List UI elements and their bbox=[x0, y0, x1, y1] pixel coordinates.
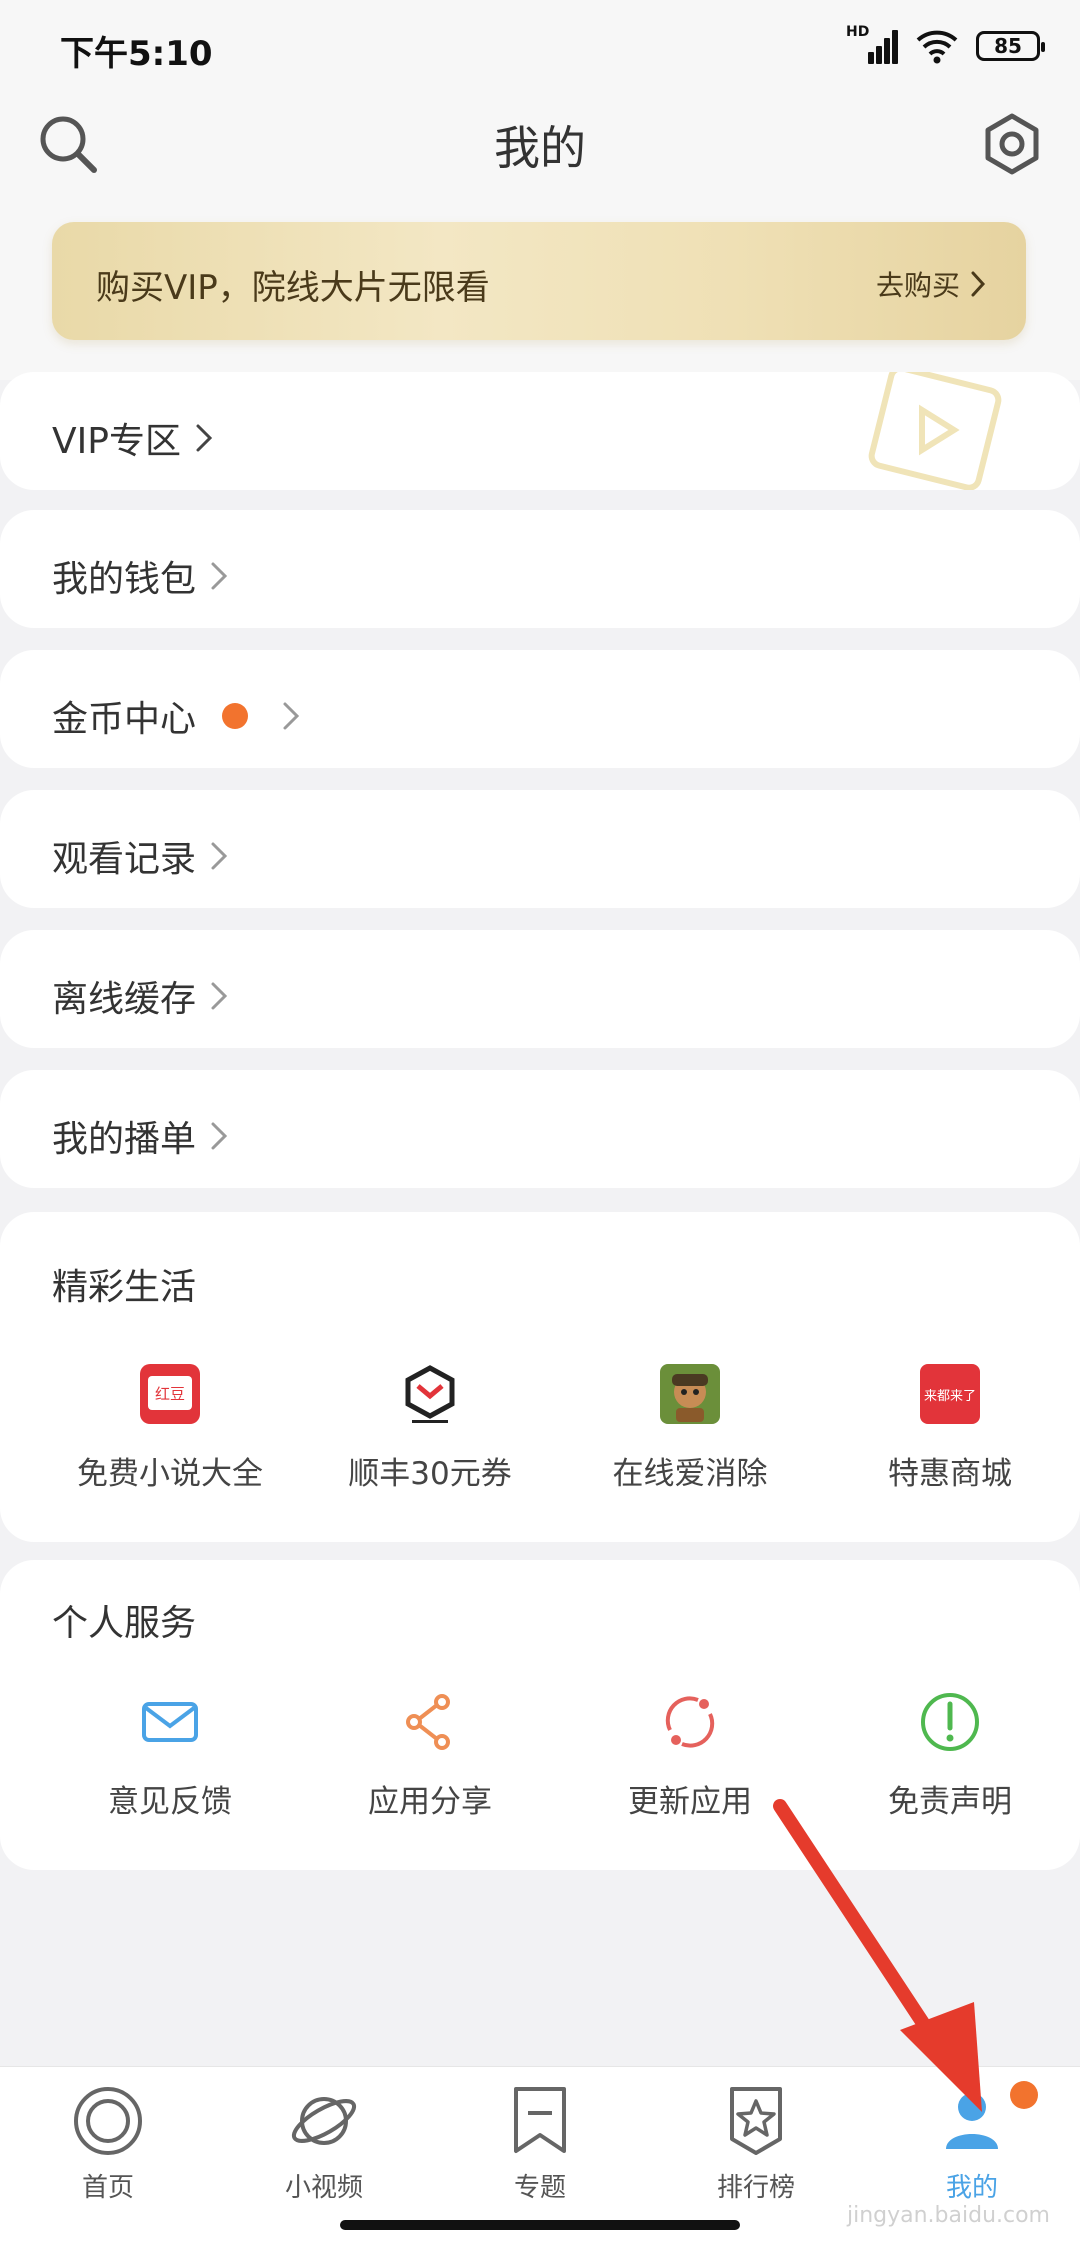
tab-topics[interactable]: 专题 bbox=[460, 2085, 620, 2204]
planet-icon bbox=[291, 2097, 357, 2145]
menu-row-playlist[interactable]: 我的播单 bbox=[0, 1070, 1080, 1188]
service-feedback[interactable]: 意见反馈 bbox=[40, 1690, 300, 1821]
life-item-label: 在线爱消除 bbox=[612, 1456, 768, 1492]
notification-dot bbox=[1010, 2081, 1038, 2109]
menu-label: 我的钱包 bbox=[52, 559, 197, 600]
menu-label: 金币中心 bbox=[52, 699, 197, 740]
chevron-right-icon bbox=[211, 1122, 228, 1150]
watermark: jingyan.baidu.com bbox=[846, 2203, 1050, 2228]
tab-short-video[interactable]: 小视频 bbox=[244, 2085, 404, 2204]
battery-indicator: 85 bbox=[976, 31, 1045, 61]
target-icon bbox=[74, 2087, 142, 2155]
vip-buy-label: 去购买 bbox=[875, 269, 960, 302]
sf-hexagon-icon bbox=[405, 1365, 455, 1423]
life-item-novel[interactable]: 红豆 免费小说大全 bbox=[40, 1362, 300, 1493]
service-update[interactable]: 更新应用 bbox=[560, 1690, 820, 1821]
refresh-icon bbox=[665, 1696, 715, 1748]
chevron-right-icon bbox=[211, 842, 228, 870]
exclamation-circle-icon bbox=[921, 1693, 979, 1751]
menu-label: 我的播单 bbox=[52, 1119, 197, 1160]
shop-icon: 来都来了 bbox=[920, 1364, 980, 1424]
tab-label: 首页 bbox=[81, 2173, 134, 2203]
star-badge-icon bbox=[730, 2087, 782, 2155]
share-icon bbox=[406, 1694, 450, 1750]
vip-purchase-banner[interactable]: 购买VIP，院线大片无限看 去购买 bbox=[52, 222, 1026, 340]
menu-row-offline-cache[interactable]: 离线缓存 bbox=[0, 930, 1080, 1048]
menu-label: 离线缓存 bbox=[52, 979, 197, 1020]
service-share[interactable]: 应用分享 bbox=[300, 1690, 560, 1821]
bookmark-icon bbox=[514, 2087, 566, 2153]
film-decoration-icon bbox=[868, 372, 1002, 490]
service-label: 应用分享 bbox=[368, 1784, 492, 1820]
service-disclaimer[interactable]: 免责声明 bbox=[820, 1690, 1080, 1821]
life-item-game[interactable]: 在线爱消除 bbox=[560, 1362, 820, 1493]
life-item-shop[interactable]: 来都来了 特惠商城 bbox=[820, 1362, 1080, 1493]
tab-label: 小视频 bbox=[284, 2173, 363, 2203]
chevron-right-icon bbox=[196, 424, 213, 452]
tab-label: 我的 bbox=[945, 2173, 998, 2203]
tab-home[interactable]: 首页 bbox=[28, 2085, 188, 2204]
chevron-right-icon bbox=[211, 562, 228, 590]
page-title: 我的 bbox=[494, 121, 586, 175]
tab-ranking[interactable]: 排行榜 bbox=[676, 2085, 836, 2204]
tab-label: 专题 bbox=[513, 2173, 566, 2203]
service-label: 意见反馈 bbox=[108, 1784, 232, 1820]
svg-text:来都来了: 来都来了 bbox=[924, 1389, 976, 1404]
services-section: 个人服务 意见反馈 应用分享 更新应用 免责声明 bbox=[0, 1560, 1080, 1870]
home-indicator bbox=[340, 2220, 740, 2230]
mail-icon bbox=[142, 1702, 198, 1742]
red-book-icon: 红豆 bbox=[140, 1364, 200, 1424]
chevron-right-icon bbox=[211, 982, 228, 1010]
life-section: 精彩生活 红豆 免费小说大全 顺丰30元券 在线爱消除 来都来了 特惠商城 bbox=[0, 1212, 1080, 1542]
chevron-right-icon bbox=[283, 702, 300, 730]
status-time: 下午5:10 bbox=[60, 34, 213, 74]
cellular-signal-icon: HD bbox=[846, 24, 898, 64]
life-item-label: 免费小说大全 bbox=[77, 1456, 263, 1492]
wifi-icon bbox=[916, 30, 958, 64]
menu-row-wallet[interactable]: 我的钱包 bbox=[0, 510, 1080, 628]
menu-label: VIP专区 bbox=[52, 421, 181, 462]
section-title: 精彩生活 bbox=[52, 1267, 197, 1308]
life-item-label: 顺丰30元券 bbox=[348, 1456, 512, 1492]
vip-banner-text: 购买VIP，院线大片无限看 bbox=[96, 268, 490, 308]
notification-dot bbox=[222, 703, 249, 729]
service-label: 更新应用 bbox=[628, 1784, 752, 1820]
game-character-icon bbox=[660, 1364, 720, 1424]
menu-row-vip-zone[interactable]: VIP专区 bbox=[0, 372, 1080, 490]
user-icon bbox=[946, 2093, 998, 2149]
status-bar: 下午5:10 HD 85 bbox=[0, 0, 1080, 90]
menu-label: 观看记录 bbox=[52, 839, 197, 880]
section-title: 个人服务 bbox=[52, 1603, 197, 1644]
life-item-sf-coupon[interactable]: 顺丰30元券 bbox=[300, 1362, 560, 1493]
chevron-right-icon bbox=[971, 271, 986, 297]
status-icons: HD 85 bbox=[846, 24, 1045, 66]
service-label: 免责声明 bbox=[888, 1784, 1012, 1820]
life-item-label: 特惠商城 bbox=[888, 1456, 1012, 1492]
svg-text:红豆: 红豆 bbox=[155, 1385, 185, 1403]
tab-label: 排行榜 bbox=[716, 2173, 795, 2203]
network-badge: HD bbox=[846, 24, 870, 40]
menu-row-coin-center[interactable]: 金币中心 bbox=[0, 650, 1080, 768]
menu-row-watch-history[interactable]: 观看记录 bbox=[0, 790, 1080, 908]
vip-buy-link[interactable]: 去购买 bbox=[876, 264, 986, 304]
gear-icon[interactable] bbox=[980, 112, 1044, 176]
